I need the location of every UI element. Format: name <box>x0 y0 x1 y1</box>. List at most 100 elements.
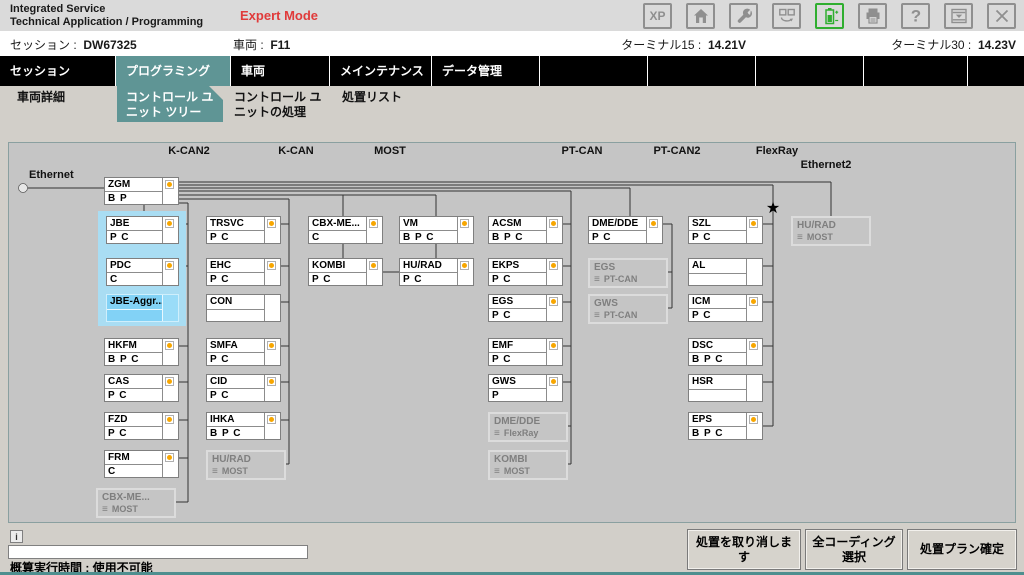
status-icon[interactable] <box>165 219 174 228</box>
ecu-box-cbx-me[interactable]: CBX-ME...≡MOST <box>96 488 176 518</box>
bus-label-pt-can: PT-CAN <box>562 145 603 157</box>
ecu-box-gws[interactable]: GWSP <box>488 374 563 402</box>
ecu-box-dsc[interactable]: DSCB P C <box>688 338 763 366</box>
ecu-box-al[interactable]: AL <box>688 258 763 286</box>
ecu-box-hkfm[interactable]: HKFMB P C <box>104 338 179 366</box>
status-icon[interactable] <box>549 341 558 350</box>
tab-control-unit-tree[interactable]: コントロール ユニット ツリー <box>117 86 223 122</box>
tab-action-list[interactable]: 処置リスト <box>333 86 431 122</box>
ecu-flags: P C <box>207 353 264 365</box>
battery-voltage-button[interactable] <box>815 3 844 29</box>
status-icon[interactable] <box>165 180 174 189</box>
menu-vehicle[interactable]: 車両 <box>231 56 329 86</box>
status-icon[interactable] <box>549 297 558 306</box>
toolbar: XP? <box>643 3 1016 29</box>
tools-button[interactable] <box>729 3 758 29</box>
session-value: DW67325 <box>83 38 136 52</box>
ecu-flags: B P C <box>489 231 546 243</box>
status-icon[interactable] <box>267 219 276 228</box>
status-icon[interactable] <box>460 261 469 270</box>
ecu-box-emf[interactable]: EMFP C <box>488 338 563 366</box>
ecu-icon-cell <box>746 217 762 243</box>
screen-swap-button[interactable] <box>772 3 801 29</box>
ecu-box-ihka[interactable]: IHKAB P C <box>206 412 281 440</box>
ecu-box-smfa[interactable]: SMFAP C <box>206 338 281 366</box>
menu-session[interactable]: セッション <box>0 56 115 86</box>
ecu-box-egs[interactable]: EGSP C <box>488 294 563 322</box>
status-icon[interactable] <box>165 377 174 386</box>
ecu-box-egs[interactable]: EGS≡PT-CAN <box>588 258 668 288</box>
ecu-flags: P C <box>207 389 264 401</box>
cancel-actions-button[interactable]: 処置を取り消します <box>687 529 801 570</box>
status-icon[interactable] <box>749 297 758 306</box>
status-icon[interactable] <box>749 415 758 424</box>
select-all-coding-button[interactable]: 全コーディング選択 <box>805 529 903 570</box>
ecu-box-acsm[interactable]: ACSMB P C <box>488 216 563 244</box>
status-icon[interactable] <box>267 415 276 424</box>
xp-button[interactable]: XP <box>643 3 672 29</box>
status-icon[interactable] <box>749 219 758 228</box>
bus-label-k-can: K-CAN <box>278 145 313 157</box>
status-icon[interactable] <box>549 219 558 228</box>
status-icon[interactable] <box>267 261 276 270</box>
ecu-box-cid[interactable]: CIDP C <box>206 374 281 402</box>
close-button[interactable] <box>987 3 1016 29</box>
tab-vehicle-details[interactable]: 車両詳細 <box>8 86 115 122</box>
ecu-box-dme-dde[interactable]: DME/DDE≡FlexRay <box>488 412 568 442</box>
status-icon[interactable] <box>165 261 174 270</box>
ecu-box-con[interactable]: CON <box>206 294 281 322</box>
ecu-box-gws[interactable]: GWS≡PT-CAN <box>588 294 668 324</box>
ecu-box-fzd[interactable]: FZDP C <box>104 412 179 440</box>
ecu-box-kombi[interactable]: KOMBIP C <box>308 258 383 286</box>
ecu-box-kombi[interactable]: KOMBI≡MOST <box>488 450 568 480</box>
ecu-box-vm[interactable]: VMB P C <box>399 216 474 244</box>
status-icon[interactable] <box>267 341 276 350</box>
ecu-box-ehc[interactable]: EHCP C <box>206 258 281 286</box>
ecu-box-cbx-me[interactable]: CBX-ME...C <box>308 216 383 244</box>
status-icon[interactable] <box>165 453 174 462</box>
ecu-box-hu-rad[interactable]: HU/RAD≡MOST <box>791 216 871 246</box>
ecu-box-hsr[interactable]: HSR <box>688 374 763 402</box>
hide-panel-button[interactable] <box>944 3 973 29</box>
status-icon[interactable] <box>165 341 174 350</box>
home-button[interactable] <box>686 3 715 29</box>
ecu-name: TRSVC <box>207 217 264 231</box>
ecu-box-zgm[interactable]: ZGMB P <box>104 177 179 205</box>
ecu-box-hu-rad[interactable]: HU/RADP C <box>399 258 474 286</box>
ecu-box-szl[interactable]: SZLP C <box>688 216 763 244</box>
ecu-box-hu-rad[interactable]: HU/RAD≡MOST <box>206 450 286 480</box>
ecu-box-frm[interactable]: FRMC <box>104 450 179 478</box>
info-icon[interactable]: i <box>10 530 23 543</box>
status-icon[interactable] <box>549 261 558 270</box>
ecu-box-dme-dde[interactable]: DME/DDEP C <box>588 216 663 244</box>
status-icon[interactable] <box>749 341 758 350</box>
ecu-box-ekps[interactable]: EKPSP C <box>488 258 563 286</box>
menu-maintenance[interactable]: メインテナンス <box>330 56 431 86</box>
ecu-box-jbe-aggr[interactable]: JBE-Aggr... <box>106 294 179 322</box>
status-icon[interactable] <box>267 377 276 386</box>
ecu-flags: C <box>107 273 162 285</box>
menu-programming[interactable]: プログラミング <box>116 56 230 86</box>
status-icon[interactable] <box>460 219 469 228</box>
ecu-bus-row: ≡MOST <box>208 465 284 476</box>
ecu-name: ICM <box>689 295 746 309</box>
status-icon[interactable] <box>649 219 658 228</box>
ecu-box-eps[interactable]: EPSB P C <box>688 412 763 440</box>
status-icon[interactable] <box>165 415 174 424</box>
status-icon[interactable] <box>549 377 558 386</box>
ecu-flags: P C <box>309 273 366 285</box>
menu-data-management[interactable]: データ管理 <box>432 56 539 86</box>
ecu-box-icm[interactable]: ICMP C <box>688 294 763 322</box>
ecu-box-pdc[interactable]: PDCC <box>106 258 179 286</box>
tab-control-unit-actions[interactable]: コントロール ユニットの処理 <box>225 86 331 122</box>
help-button[interactable]: ? <box>901 3 930 29</box>
print-button[interactable] <box>858 3 887 29</box>
status-icon[interactable] <box>369 261 378 270</box>
ecu-box-jbe[interactable]: JBEP C <box>106 216 179 244</box>
confirm-action-plan-button[interactable]: 処置プラン確定 <box>907 529 1017 570</box>
status-icon[interactable] <box>369 219 378 228</box>
ecu-box-cas[interactable]: CASP C <box>104 374 179 402</box>
ecu-box-trsvc[interactable]: TRSVCP C <box>206 216 281 244</box>
vehicle-field: 車両 : F11 <box>233 36 290 53</box>
ecu-bus-name: MOST <box>504 466 530 476</box>
